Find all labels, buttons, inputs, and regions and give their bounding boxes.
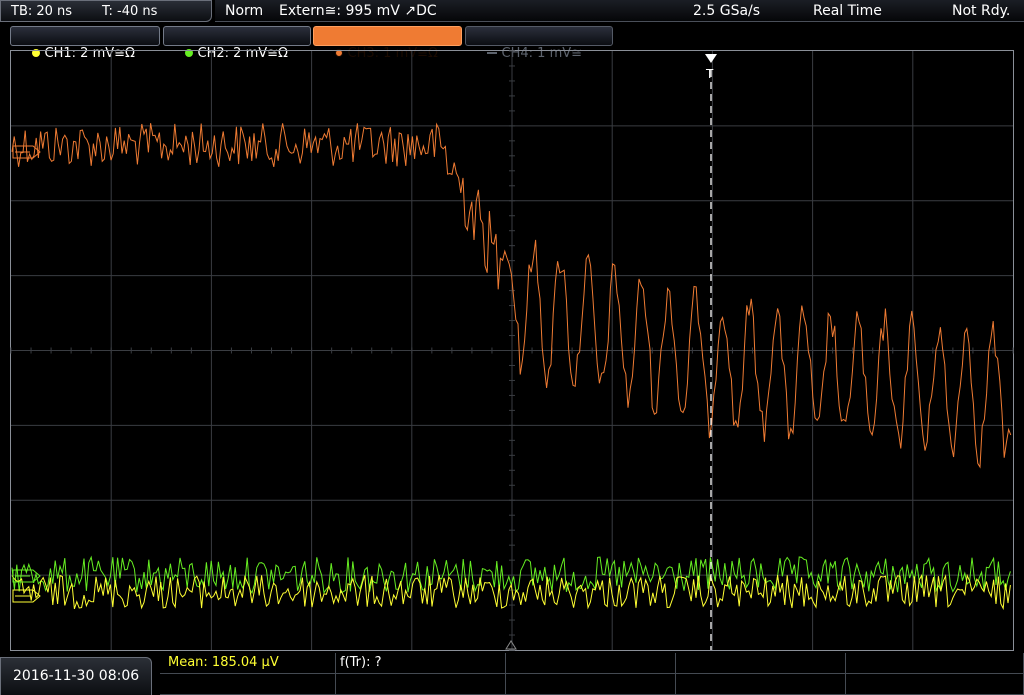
trigger-marker-label: T [705, 67, 714, 81]
measurement-cell-empty-2[interactable] [676, 653, 846, 674]
measurement-cell-empty-7[interactable] [676, 674, 846, 695]
channel-1-waveform [11, 573, 1011, 611]
measurement-cell-frequency[interactable]: f(Tr): ? [336, 653, 506, 674]
measurement-cell-mean[interactable]: Mean: 185.04 µV [160, 653, 336, 674]
measurement-cell-empty-1[interactable] [506, 653, 676, 674]
measurement-cell-empty-6[interactable] [506, 674, 676, 695]
measurement-panel[interactable]: Mean: 185.04 µV f(Tr): ? [160, 653, 1024, 695]
measurement-cell-empty-3[interactable] [846, 653, 1024, 674]
frequency-measurement: f(Tr): ? [340, 655, 382, 670]
measurement-cell-empty-8[interactable] [846, 674, 1024, 695]
mean-measurement: Mean: 185.04 µV [168, 655, 279, 670]
trigger-position-marker-icon[interactable] [705, 54, 717, 63]
measurement-cell-empty-4[interactable] [160, 674, 336, 695]
waveform-svg: T [10, 50, 1014, 651]
channel-3-waveform [11, 122, 1012, 469]
datetime-readout: 2016-11-30 08:06 [13, 668, 140, 684]
datetime-panel: 2016-11-30 08:06 [0, 657, 152, 695]
measurement-cell-empty-5[interactable] [336, 674, 506, 695]
center-marker-icon [505, 640, 517, 650]
